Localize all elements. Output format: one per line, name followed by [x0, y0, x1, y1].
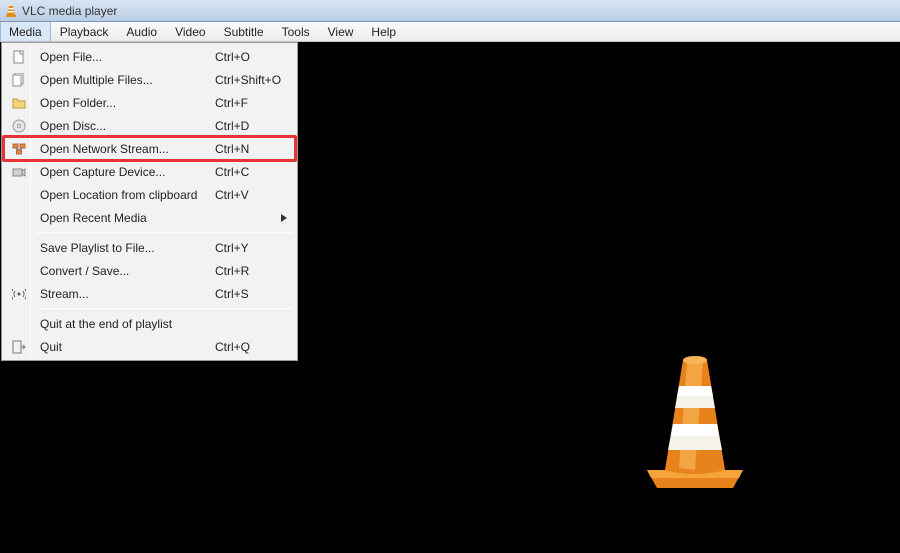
menu-item-label: Open Location from clipboard — [32, 188, 215, 202]
menu-item-label: Open Folder... — [32, 96, 215, 110]
media-dropdown: Open File... Ctrl+O Open Multiple Files.… — [1, 42, 298, 361]
menu-item-shortcut: Ctrl+C — [215, 165, 291, 179]
vlc-logo — [635, 352, 755, 502]
menu-subtitle[interactable]: Subtitle — [215, 22, 273, 41]
menu-stream[interactable]: Stream... Ctrl+S — [4, 282, 295, 305]
menu-item-shortcut: Ctrl+Y — [215, 241, 291, 255]
menu-open-location-clipboard[interactable]: Open Location from clipboard Ctrl+V — [4, 183, 295, 206]
menu-item-label: Open File... — [32, 50, 215, 64]
menu-convert-save[interactable]: Convert / Save... Ctrl+R — [4, 259, 295, 282]
file-icon — [6, 50, 32, 64]
network-icon — [6, 142, 32, 156]
menu-quit-end-playlist[interactable]: Quit at the end of playlist — [4, 312, 295, 335]
titlebar: VLC media player — [0, 0, 900, 22]
menu-item-label: Open Recent Media — [32, 211, 291, 225]
menu-video[interactable]: Video — [166, 22, 214, 41]
menu-item-shortcut: Ctrl+Shift+O — [215, 73, 291, 87]
menu-save-playlist[interactable]: Save Playlist to File... Ctrl+Y — [4, 236, 295, 259]
menu-item-shortcut: Ctrl+Q — [215, 340, 291, 354]
menu-separator — [36, 232, 293, 233]
menu-item-shortcut: Ctrl+O — [215, 50, 291, 64]
menu-item-label: Open Multiple Files... — [32, 73, 215, 87]
menu-audio[interactable]: Audio — [117, 22, 166, 41]
menu-item-shortcut: Ctrl+S — [215, 287, 291, 301]
submenu-arrow-icon — [281, 214, 287, 222]
menu-item-label: Quit at the end of playlist — [32, 317, 215, 331]
menu-open-folder[interactable]: Open Folder... Ctrl+F — [4, 91, 295, 114]
menu-item-shortcut: Ctrl+R — [215, 264, 291, 278]
menu-help[interactable]: Help — [362, 22, 405, 41]
menu-item-label: Convert / Save... — [32, 264, 215, 278]
menu-media[interactable]: Media — [0, 22, 51, 41]
menu-item-shortcut: Ctrl+D — [215, 119, 291, 133]
menu-item-shortcut: Ctrl+V — [215, 188, 291, 202]
menu-item-label: Stream... — [32, 287, 215, 301]
menu-item-label: Open Capture Device... — [32, 165, 215, 179]
menu-item-shortcut: Ctrl+F — [215, 96, 291, 110]
menu-open-disc[interactable]: Open Disc... Ctrl+D — [4, 114, 295, 137]
menu-item-label: Open Network Stream... — [32, 142, 215, 156]
menu-item-label: Save Playlist to File... — [32, 241, 215, 255]
menu-item-label: Quit — [32, 340, 215, 354]
menu-separator — [36, 308, 293, 309]
menu-open-multiple-files[interactable]: Open Multiple Files... Ctrl+Shift+O — [4, 68, 295, 91]
folder-icon — [6, 96, 32, 110]
stream-icon — [6, 287, 32, 301]
menu-open-file[interactable]: Open File... Ctrl+O — [4, 45, 295, 68]
menu-open-recent-media[interactable]: Open Recent Media — [4, 206, 295, 229]
window-title: VLC media player — [22, 4, 117, 18]
vlc-cone-icon — [4, 4, 18, 18]
menu-item-label: Open Disc... — [32, 119, 215, 133]
capture-icon — [6, 165, 32, 179]
files-icon — [6, 73, 32, 87]
menu-tools[interactable]: Tools — [273, 22, 319, 41]
menu-playback[interactable]: Playback — [51, 22, 118, 41]
menubar: Media Playback Audio Video Subtitle Tool… — [0, 22, 900, 42]
menu-quit[interactable]: Quit Ctrl+Q — [4, 335, 295, 358]
disc-icon — [6, 119, 32, 133]
menu-open-network-stream[interactable]: Open Network Stream... Ctrl+N — [4, 137, 295, 160]
menu-open-capture-device[interactable]: Open Capture Device... Ctrl+C — [4, 160, 295, 183]
menu-item-shortcut: Ctrl+N — [215, 142, 291, 156]
menu-view[interactable]: View — [319, 22, 363, 41]
quit-icon — [6, 340, 32, 354]
